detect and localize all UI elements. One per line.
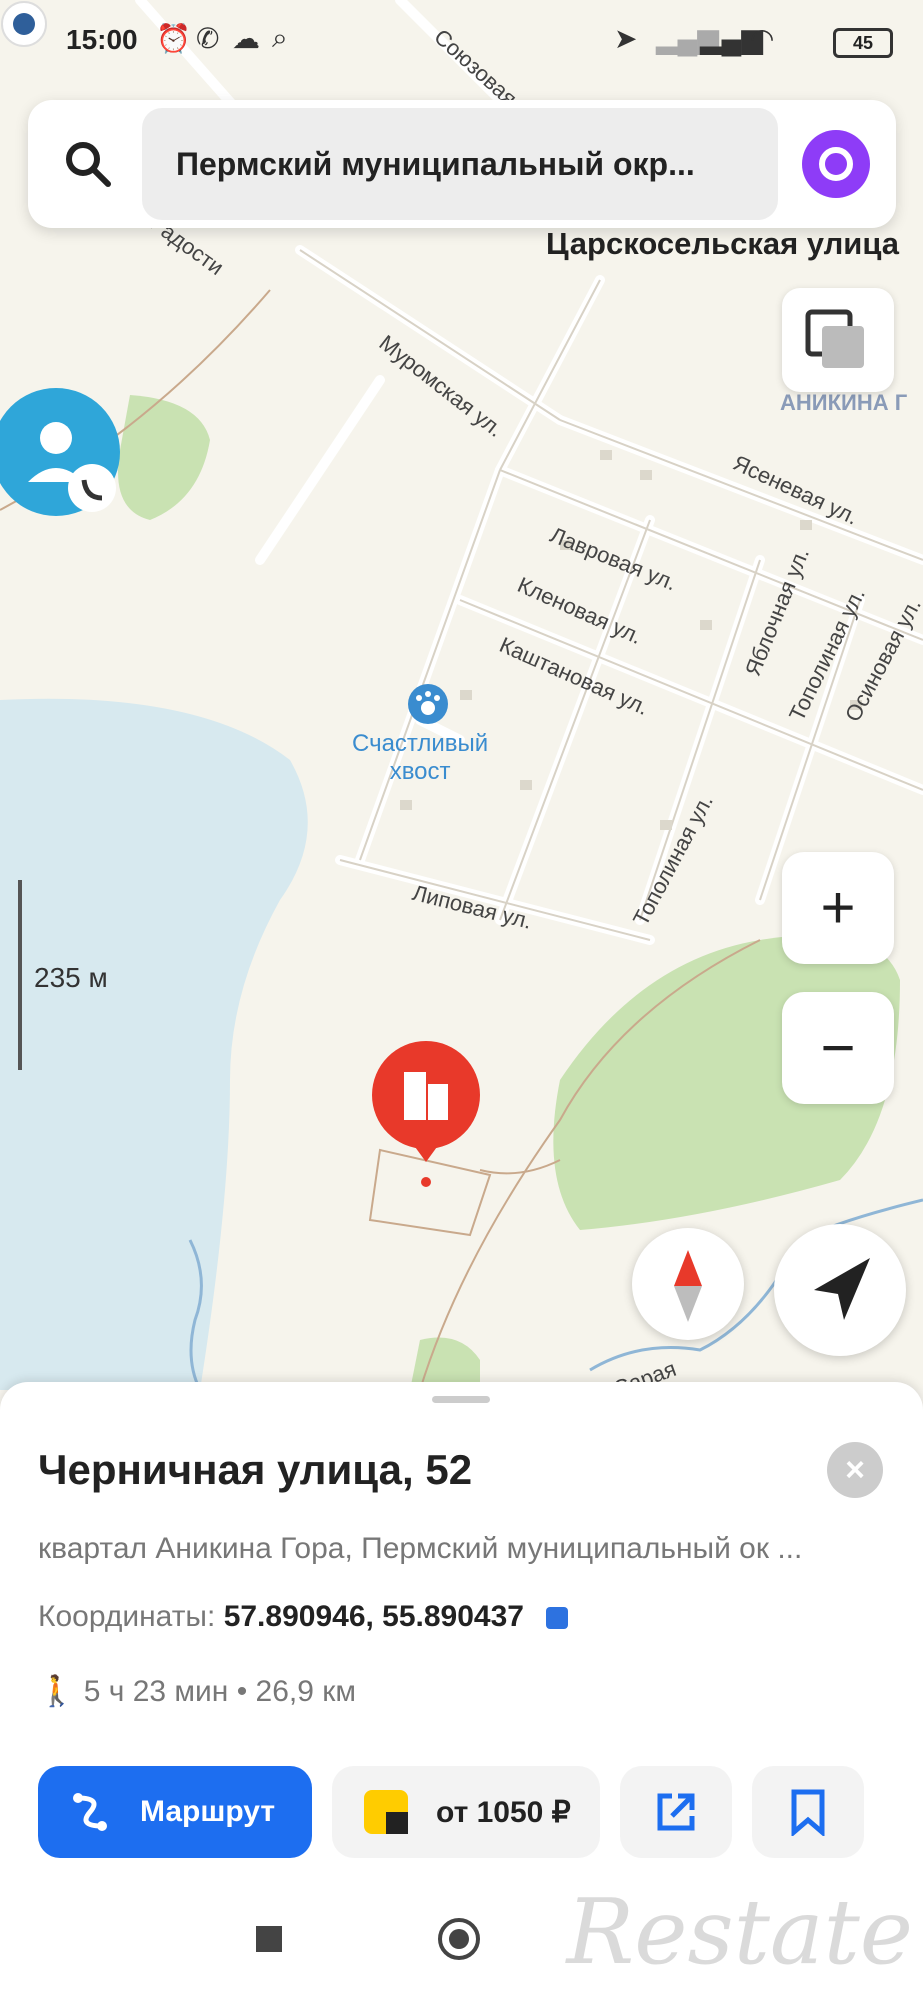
place-title: Черничная улица, 52	[38, 1446, 473, 1493]
selected-street-label[interactable]: Царскосельская улица	[546, 226, 899, 262]
route-button[interactable]: Маршрут	[38, 1766, 312, 1858]
navigation-arrow-icon	[814, 1258, 870, 1320]
route-label: Маршрут	[140, 1795, 276, 1828]
search-bar[interactable]: Пермский муниципальный окр...	[28, 100, 896, 228]
plus-icon: +	[820, 874, 856, 941]
zoom-out-button[interactable]: −	[782, 992, 894, 1104]
taxi-icon	[364, 1790, 408, 1834]
selected-place-pin	[372, 1041, 480, 1187]
wifi-icon: ◠	[750, 23, 775, 54]
minus-icon: −	[820, 1014, 856, 1081]
home-button[interactable]	[438, 1918, 480, 1960]
status-bar: 15:00 ⏰ ✆ ☁ ⌕ ➤ ▂▄▆ ▂▄▆ ◠ 45	[0, 0, 923, 80]
search-icon[interactable]	[58, 134, 118, 194]
bookmark-icon	[791, 1789, 825, 1836]
scale-label: 235 м	[34, 962, 108, 993]
scale-bar	[18, 880, 22, 1070]
battery-icon: 45	[833, 28, 893, 58]
copy-icon[interactable]	[546, 1607, 569, 1630]
contact-avatar[interactable]	[0, 386, 122, 518]
alice-assistant-icon[interactable]	[802, 130, 870, 198]
taxi-price: от 1050 ₽	[436, 1796, 571, 1829]
layers-button[interactable]	[782, 288, 894, 392]
watermark-logo: Restate	[566, 1880, 913, 1985]
taxi-button[interactable]: от 1050 ₽	[332, 1766, 600, 1858]
poi-label[interactable]: Счастливый хвост	[352, 730, 488, 786]
search-status-icon: ⌕	[272, 22, 288, 53]
cloud-icon: ☁	[232, 23, 260, 54]
district-label: АНИКИНА Г	[780, 390, 908, 415]
coordinates-row: Координаты: 57.890946, 55.890437	[38, 1600, 569, 1634]
my-location-button[interactable]	[774, 1224, 906, 1356]
walk-icon: 🚶	[38, 1675, 76, 1708]
bookmark-button[interactable]	[752, 1766, 864, 1858]
compass-button[interactable]	[632, 1228, 744, 1340]
zoom-in-button[interactable]: +	[782, 852, 894, 964]
share-button[interactable]	[620, 1766, 732, 1858]
walk-info: 🚶 5 ч 23 мин • 26,9 км	[38, 1675, 357, 1708]
close-button[interactable]: ×	[827, 1442, 883, 1498]
share-icon	[657, 1793, 695, 1831]
search-input[interactable]: Пермский муниципальный окр...	[142, 108, 778, 220]
coordinates-value[interactable]: 57.890946, 55.890437	[224, 1600, 524, 1633]
place-subtitle: квартал Аникина Гора, Пермский муниципал…	[38, 1532, 803, 1565]
layers-icon	[805, 309, 864, 368]
phone-icon: ✆	[196, 23, 220, 54]
walk-time: 5 ч 23 мин	[83, 1675, 229, 1708]
status-time: 15:00	[66, 24, 138, 55]
sheet-drag-handle[interactable]	[432, 1396, 490, 1403]
location-status-icon: ➤	[614, 23, 638, 54]
coordinates-label: Координаты:	[38, 1600, 216, 1633]
recents-button[interactable]	[256, 1926, 282, 1952]
compass-icon	[674, 1250, 702, 1322]
place-card: Черничная улица, 52 × квартал Аникина Го…	[0, 1382, 923, 1860]
alarm-icon: ⏰	[156, 23, 191, 54]
walk-distance: 26,9 км	[255, 1675, 357, 1708]
search-query: Пермский муниципальный окр...	[176, 146, 695, 182]
route-icon	[73, 1793, 107, 1831]
